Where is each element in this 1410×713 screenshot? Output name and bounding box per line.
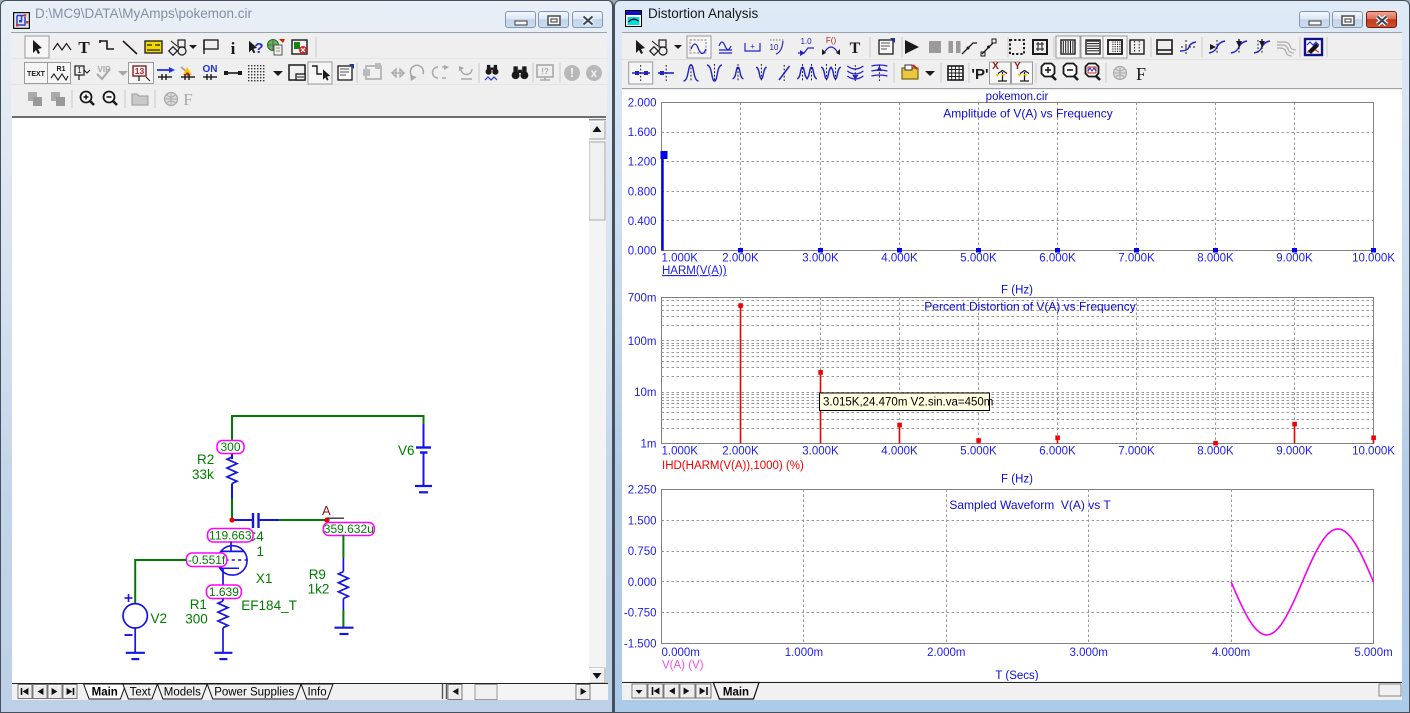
svg-text:F: F (1136, 64, 1146, 84)
svg-text:+: + (750, 42, 755, 51)
svg-text:ON: ON (203, 64, 218, 75)
svg-text:9.000K: 9.000K (1276, 253, 1313, 265)
svg-text:1.639: 1.639 (209, 585, 239, 599)
svg-text:6.000K: 6.000K (1039, 446, 1076, 458)
svg-text:2.000K: 2.000K (722, 253, 759, 265)
svg-text:Power Supplies: Power Supplies (214, 687, 294, 699)
svg-text:359.632u: 359.632u (324, 522, 374, 536)
svg-text:Info: Info (307, 687, 326, 699)
svg-text:1.000K: 1.000K (662, 253, 699, 265)
svg-text:6.000K: 6.000K (1039, 253, 1076, 265)
svg-text:5.000m: 5.000m (1354, 647, 1392, 659)
svg-text:V6: V6 (398, 443, 415, 458)
svg-text:T (Secs): T (Secs) (995, 670, 1038, 681)
svg-text:1.600: 1.600 (628, 127, 657, 139)
svg-text:10: 10 (770, 43, 779, 52)
svg-text:X: X (992, 61, 999, 72)
svg-text:1.500: 1.500 (628, 515, 657, 527)
svg-text:1.0: 1.0 (800, 37, 812, 46)
svg-text:2.000K: 2.000K (722, 446, 759, 458)
svg-text:Main: Main (92, 687, 118, 699)
svg-text:TEXT: TEXT (27, 71, 46, 78)
svg-text:7.000K: 7.000K (1118, 446, 1155, 458)
svg-text:Amplitude of V(A) vs Frequency: Amplitude of V(A) vs Frequency (943, 107, 1112, 121)
svg-text:3.000m: 3.000m (1070, 647, 1108, 659)
svg-text:3.000K: 3.000K (802, 253, 839, 265)
svg-text:700m: 700m (628, 293, 657, 305)
svg-text:A: A (322, 503, 331, 518)
svg-text:4.000K: 4.000K (881, 253, 918, 265)
svg-text:F(): F() (826, 36, 837, 45)
svg-text:x: x (591, 66, 598, 80)
svg-text:V2: V2 (151, 611, 168, 626)
svg-text:2.250: 2.250 (628, 485, 657, 497)
svg-text:0.000m: 0.000m (662, 647, 700, 659)
svg-text:1: 1 (77, 66, 82, 75)
svg-text:HARM(V(A)): HARM(V(A)) (662, 265, 727, 277)
svg-text:1.200: 1.200 (628, 157, 657, 169)
svg-text:T: T (78, 38, 90, 57)
svg-text:2.000m: 2.000m (927, 647, 965, 659)
svg-text:119.663: 119.663 (209, 528, 252, 542)
svg-text:V(A) (V): V(A) (V) (662, 660, 704, 672)
svg-text:X1: X1 (256, 571, 273, 586)
svg-text:10.000K: 10.000K (1352, 253, 1395, 265)
svg-text:1m: 1m (641, 439, 657, 451)
svg-text:R2: R2 (197, 452, 214, 467)
svg-text:i: i (231, 39, 236, 58)
svg-text:R9: R9 (309, 567, 326, 582)
svg-text:1: 1 (257, 544, 265, 559)
svg-text:5.000K: 5.000K (960, 446, 997, 458)
svg-text:R1: R1 (57, 66, 66, 73)
svg-text:0.000: 0.000 (628, 246, 657, 258)
svg-text:0.800: 0.800 (628, 186, 657, 198)
svg-text:300: 300 (220, 440, 240, 454)
svg-text:F (Hz): F (Hz) (1001, 285, 1033, 297)
svg-text:F (Hz): F (Hz) (1001, 474, 1033, 486)
svg-text:T: T (850, 40, 861, 57)
svg-text:10m: 10m (634, 387, 656, 399)
svg-text:0.400: 0.400 (628, 216, 657, 228)
svg-text:3.015K,24.470m V2.sin.va=450m: 3.015K,24.470m V2.sin.va=450m (823, 397, 993, 409)
svg-text:4.000m: 4.000m (1212, 647, 1250, 659)
svg-text:13: 13 (135, 66, 145, 76)
svg-text:R1: R1 (190, 597, 207, 612)
svg-text:8.000K: 8.000K (1197, 253, 1234, 265)
svg-text:Models: Models (164, 687, 201, 699)
svg-text:2.000: 2.000 (628, 98, 657, 110)
svg-text:300: 300 (185, 612, 208, 627)
svg-text:-0.551f: -0.551f (188, 553, 226, 567)
svg-text:'P': 'P' (971, 66, 988, 83)
svg-text:1.000K: 1.000K (662, 446, 699, 458)
svg-text:pokemon.cir: pokemon.cir (986, 91, 1049, 103)
svg-text:Sampled Waveform V(A) vs T: Sampled Waveform V(A) vs T (949, 498, 1111, 512)
svg-text:!?: !? (541, 67, 549, 76)
svg-text:0.750: 0.750 (628, 546, 657, 558)
svg-text:9.000K: 9.000K (1276, 446, 1313, 458)
svg-text:7.000K: 7.000K (1118, 253, 1155, 265)
svg-text:4.000K: 4.000K (881, 446, 918, 458)
svg-text:3.000K: 3.000K (802, 446, 839, 458)
svg-text:1.000m: 1.000m (785, 647, 823, 659)
svg-text:Main: Main (723, 687, 749, 699)
svg-text:?: ? (254, 40, 263, 57)
svg-text:IHD(HARM(V(A)),1000) (%): IHD(HARM(V(A)),1000) (%) (662, 460, 804, 472)
svg-text:0.000: 0.000 (628, 577, 657, 589)
svg-text:33k: 33k (192, 467, 214, 482)
svg-text:Y: Y (1014, 61, 1021, 72)
svg-text:F: F (183, 90, 192, 109)
svg-text:-0.750: -0.750 (624, 608, 657, 620)
svg-text:8.000K: 8.000K (1197, 446, 1234, 458)
svg-text:-1.500: -1.500 (624, 639, 657, 651)
svg-text:10.000K: 10.000K (1352, 446, 1395, 458)
svg-text:100m: 100m (628, 336, 657, 348)
svg-text:5.000K: 5.000K (960, 253, 997, 265)
svg-text:Percent Distortion of V(A) vs: Percent Distortion of V(A) vs Frequency (924, 300, 1135, 314)
svg-text:Text: Text (130, 687, 152, 699)
svg-text:1k2: 1k2 (308, 582, 330, 597)
svg-text:EF184_T: EF184_T (241, 598, 297, 613)
svg-text:!: ! (570, 65, 574, 80)
